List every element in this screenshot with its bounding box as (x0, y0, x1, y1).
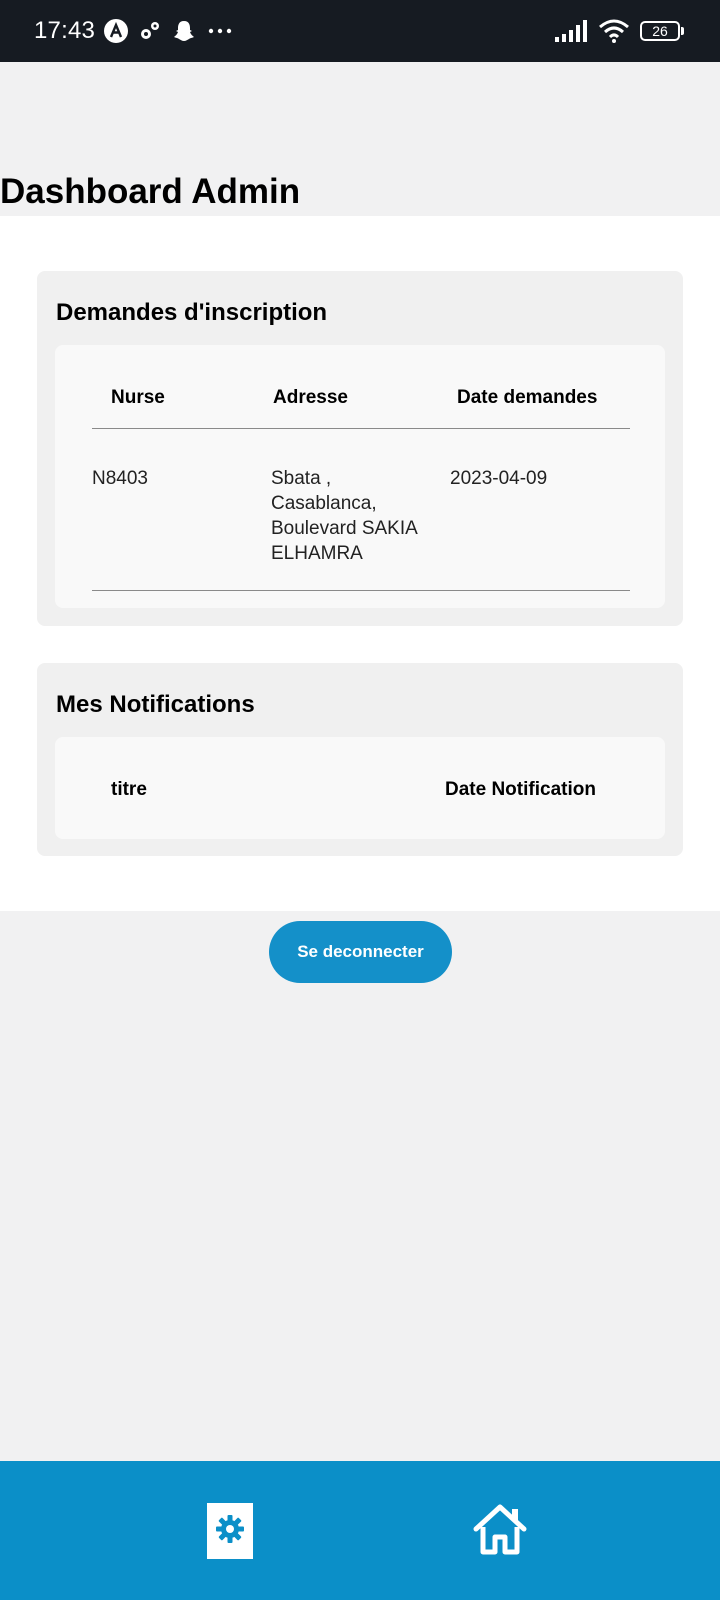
a-circle-icon (103, 18, 129, 44)
column-header-address: Adresse (273, 387, 348, 408)
notifications-card: Mes Notifications titre Date Notificatio… (37, 663, 683, 856)
settings-icon (215, 1514, 245, 1549)
signal-icon (554, 19, 588, 43)
row-divider (92, 590, 630, 591)
column-header-notification-date: Date Notification (445, 779, 596, 800)
home-nav-button[interactable] (472, 1503, 528, 1560)
wifi-icon (598, 18, 630, 44)
cell-address: Sbata , Casablanca, Boulevard SAKIA ELHA… (271, 466, 451, 566)
page-title: Dashboard Admin (0, 172, 301, 211)
notifications-table: titre Date Notification (55, 737, 665, 839)
dashboard-panel: Demandes d'inscription Nurse Adresse Dat… (0, 216, 720, 911)
address-line: Boulevard SAKIA (271, 518, 418, 539)
cell-date: 2023-04-09 (450, 468, 548, 489)
status-bar: 17:43 26 (0, 0, 720, 62)
settings-nav-button[interactable] (207, 1503, 253, 1559)
gears-icon (137, 18, 163, 44)
bottom-nav (0, 1461, 720, 1600)
column-header-nurse: Nurse (111, 387, 165, 408)
more-dots-icon (205, 18, 235, 44)
cell-nurse: N8403 (92, 468, 148, 489)
address-line: Casablanca, (271, 493, 377, 514)
battery-level: 26 (640, 21, 680, 41)
address-line: Sbata , (271, 468, 332, 489)
column-header-date: Date demandes (457, 387, 598, 408)
registration-requests-card: Demandes d'inscription Nurse Adresse Dat… (37, 271, 683, 626)
requests-title: Demandes d'inscription (56, 299, 328, 326)
logout-button[interactable]: Se deconnecter (269, 921, 452, 983)
status-time: 17:43 (34, 17, 96, 44)
home-icon (472, 1503, 528, 1560)
requests-table: Nurse Adresse Date demandes N8403 Sbata … (55, 345, 665, 608)
battery-icon: 26 (640, 21, 684, 41)
notifications-title: Mes Notifications (56, 691, 255, 718)
address-line: ELHAMRA (271, 543, 363, 564)
column-header-title: titre (111, 779, 147, 800)
header-divider (92, 428, 630, 429)
snapchat-icon (171, 18, 197, 44)
